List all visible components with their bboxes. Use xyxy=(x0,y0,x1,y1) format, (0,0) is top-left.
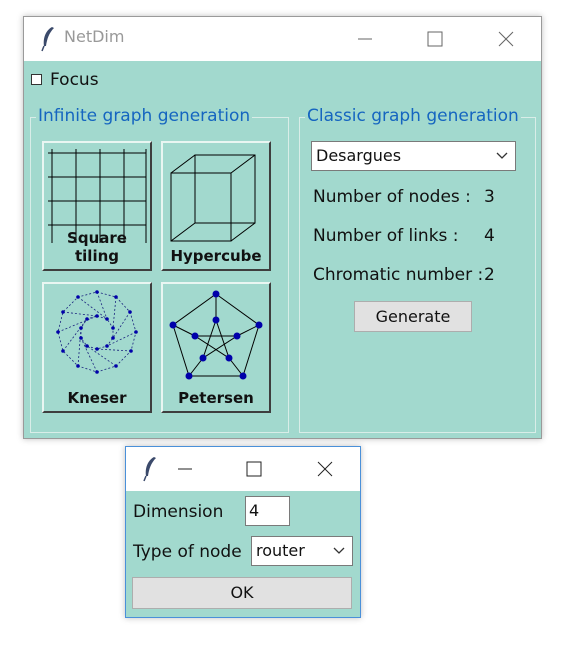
chromatic-value: 2 xyxy=(484,265,495,285)
square-tiling-label: Square tiling xyxy=(67,229,127,265)
node-type-select[interactable]: router xyxy=(251,536,353,566)
window-title: NetDim xyxy=(64,27,125,46)
infinite-graph-title: Infinite graph generation xyxy=(36,106,253,126)
focus-label: Focus xyxy=(50,70,99,90)
links-label: Number of links : xyxy=(313,226,459,246)
dimension-value: 4 xyxy=(249,501,260,520)
minimize-icon xyxy=(358,38,372,40)
petersen-button[interactable]: Petersen xyxy=(161,282,271,413)
node-type-value: router xyxy=(256,541,305,560)
dialog-title-bar[interactable] xyxy=(126,447,360,491)
dialog-minimize-button[interactable] xyxy=(162,447,208,491)
close-icon xyxy=(317,461,333,477)
hypercube-button[interactable]: Hypercube xyxy=(161,141,271,271)
kneser-graph-icon xyxy=(56,290,138,374)
maximize-icon xyxy=(427,31,443,47)
hypercube-icon xyxy=(170,154,256,242)
maximize-button[interactable] xyxy=(412,17,458,61)
focus-checkbox[interactable] xyxy=(31,74,42,85)
nodes-value: 3 xyxy=(484,187,495,207)
kneser-button[interactable]: Kneser xyxy=(42,282,152,413)
maximize-icon xyxy=(246,461,262,477)
generate-button[interactable]: Generate xyxy=(354,301,472,332)
graph-type-select[interactable]: Desargues xyxy=(311,141,516,171)
dimension-label: Dimension xyxy=(133,502,224,522)
square-tiling-button[interactable]: Square tiling xyxy=(42,141,152,271)
hypercube-dialog: Dimension 4 Type of node router OK xyxy=(125,446,361,618)
feather-app-icon xyxy=(142,456,158,486)
classic-graph-title: Classic graph generation xyxy=(305,106,521,126)
ok-button[interactable]: OK xyxy=(132,577,352,609)
nodes-label: Number of nodes : xyxy=(313,187,471,207)
graph-type-value: Desargues xyxy=(316,146,402,165)
chromatic-label: Chromatic number : xyxy=(313,265,484,285)
minimize-button[interactable] xyxy=(342,17,388,61)
dimension-input[interactable]: 4 xyxy=(245,496,290,526)
dialog-maximize-button[interactable] xyxy=(231,447,277,491)
close-icon xyxy=(498,31,514,47)
petersen-graph-icon xyxy=(169,290,263,380)
node-type-label: Type of node xyxy=(133,542,242,562)
petersen-label: Petersen xyxy=(178,389,254,407)
hypercube-label: Hypercube xyxy=(170,247,262,265)
close-button[interactable] xyxy=(483,17,529,61)
chevron-down-icon xyxy=(333,547,345,554)
minimize-icon xyxy=(178,468,192,470)
feather-app-icon xyxy=(40,26,56,56)
kneser-label: Kneser xyxy=(67,389,127,407)
title-bar[interactable]: NetDim xyxy=(24,17,541,61)
netdim-main-window: NetDim Focus Infinite graph generation S… xyxy=(23,16,542,439)
chevron-down-icon xyxy=(496,152,508,159)
links-value: 4 xyxy=(484,226,495,246)
dialog-close-button[interactable] xyxy=(302,447,348,491)
